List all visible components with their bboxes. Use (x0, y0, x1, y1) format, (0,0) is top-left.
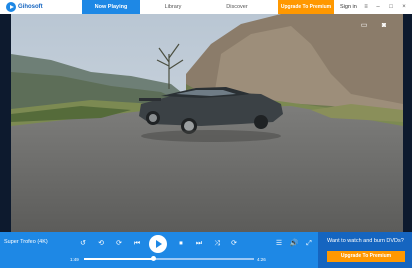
volume-icon[interactable]: 🔊 (289, 239, 299, 249)
skip-back-icon[interactable]: ⟲ (96, 239, 106, 249)
fullscreen-icon[interactable]: ⤢ (304, 239, 314, 249)
promo-upgrade-button[interactable]: Upgrade To Premium (327, 251, 405, 262)
rewind-icon[interactable]: ↺ (78, 239, 88, 249)
close-icon[interactable]: × (398, 0, 410, 14)
minimize-icon[interactable]: – (372, 0, 384, 14)
screen-mirror-icon[interactable]: ▭ (359, 22, 369, 30)
next-icon[interactable]: ⏭ (194, 239, 204, 249)
seek-bar-fill (84, 258, 154, 260)
promo-text: Want to watch and burn DVDs? (327, 238, 404, 244)
loop-icon[interactable]: ⟳ (114, 239, 124, 249)
logo-text: Gihosoft (18, 4, 43, 10)
elapsed-time: 1:49 (70, 257, 79, 262)
tab-now-playing[interactable]: Now Playing (82, 0, 140, 14)
video-image (11, 14, 403, 232)
tab-discover[interactable]: Discover (206, 0, 268, 14)
logo-icon (6, 2, 16, 12)
tab-library[interactable]: Library (142, 0, 204, 14)
menu-icon[interactable]: ≡ (360, 0, 372, 14)
video-frame[interactable]: ▭ ◙ (11, 14, 403, 232)
camera-icon[interactable]: ◙ (379, 22, 389, 30)
sign-in-link[interactable]: Sign in (340, 0, 357, 14)
shuffle-icon[interactable]: ⤨ (212, 239, 222, 249)
duration-time: 4:26 (257, 257, 266, 262)
skip-forward-icon[interactable]: ⟳ (229, 239, 239, 249)
playlist-icon[interactable]: ☰ (274, 239, 284, 249)
seek-bar[interactable] (84, 256, 254, 261)
previous-icon[interactable]: ⏮ (132, 239, 142, 249)
app-logo: Gihosoft (6, 2, 43, 12)
track-title: Super Trofeo (4K) (4, 239, 48, 245)
upgrade-premium-button[interactable]: Upgrade To Premium (278, 0, 334, 14)
stop-icon[interactable]: ⏹ (176, 239, 186, 249)
play-button[interactable] (149, 235, 167, 253)
maximize-icon[interactable]: □ (385, 0, 397, 14)
